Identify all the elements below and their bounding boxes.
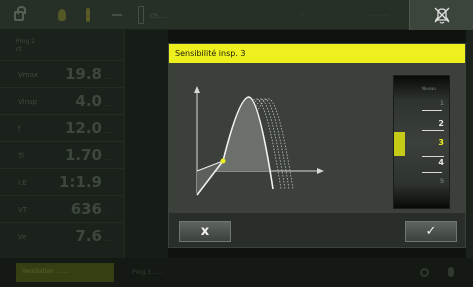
selector-option-5[interactable]: 5 xyxy=(408,178,444,185)
selector-option-4[interactable]: 4 xyxy=(408,158,444,167)
param-label: VT xyxy=(18,206,28,214)
status-text-right: ····· ····· xyxy=(368,13,389,20)
selector-tick xyxy=(422,156,444,157)
selector-header: Niveau xyxy=(422,86,436,91)
param-value: 636 xyxy=(70,200,102,218)
param-unit: ...... xyxy=(104,237,114,243)
thermometer-icon[interactable] xyxy=(86,8,90,22)
bottom-bar: Ventilation ....... Prog 3 ...... xyxy=(0,258,473,287)
right-edge-panel xyxy=(466,30,473,258)
dialog-body: Niveau 1 2 3 4 5 xyxy=(169,63,465,213)
trigger-curve-diagram xyxy=(183,77,331,203)
selector-option-2[interactable]: 2 xyxy=(408,119,444,128)
param-label: Ti xyxy=(18,152,25,160)
battery-icon xyxy=(138,6,144,24)
selector-option-3[interactable]: 3 xyxy=(408,138,444,147)
circle-icon[interactable] xyxy=(420,268,429,277)
param-label: Vmax xyxy=(18,71,39,79)
top-toolbar: Ch..... ··· ····· ····· xyxy=(0,0,473,30)
dialog-titlebar: Sensibilité insp. 3 xyxy=(169,44,465,63)
y-axis-arrow xyxy=(194,86,200,93)
x-axis-arrow xyxy=(317,168,324,174)
param-unit: ... xyxy=(109,210,114,216)
param-row-vmax[interactable]: Vmax 19.8 ...... xyxy=(0,60,124,87)
program-name: Prog 2 xyxy=(16,38,36,45)
program-label: Prog 2 ct xyxy=(16,38,35,54)
dialog-title: Sensibilité insp. 3 xyxy=(175,49,246,58)
selected-marker xyxy=(394,132,405,156)
selector-scale: Niveau 1 2 3 4 5 xyxy=(408,76,450,208)
cancel-button[interactable]: x xyxy=(179,221,231,242)
confirm-button[interactable]: ✓ xyxy=(405,221,457,242)
param-label: I:E xyxy=(18,179,27,187)
selector-tick xyxy=(422,172,442,173)
parameter-panel: Prog 2 ct Vmax 19.8 ...... Vinsp 4.0 ...… xyxy=(0,30,124,258)
param-row-vt[interactable]: VT 636 ... xyxy=(0,195,124,222)
param-label: Vinsp xyxy=(18,98,38,106)
status-text: ··· xyxy=(300,11,307,19)
param-unit: ...... xyxy=(104,156,114,162)
alarm-silence-button[interactable] xyxy=(409,0,473,30)
param-row-ti[interactable]: Ti 1.70 ...... xyxy=(0,141,124,168)
trigger-point xyxy=(220,158,226,164)
param-value: 4.0 xyxy=(75,92,102,110)
dialog-footer: x ✓ xyxy=(169,213,465,247)
param-label: Ve xyxy=(18,233,27,241)
param-row-vinsp[interactable]: Vinsp 4.0 ...... xyxy=(0,87,124,114)
selector-tick xyxy=(422,130,444,131)
trigger-curve-graphic xyxy=(194,86,324,196)
selector-tick xyxy=(422,110,442,111)
dash-icon xyxy=(112,14,122,16)
battery-label: Ch..... xyxy=(150,13,168,20)
param-value: 19.8 xyxy=(64,65,102,83)
sensitivity-dialog: Sensibilité insp. 3 Niveau 1 2 3 4 5 x ✓ xyxy=(168,43,466,248)
param-value: 1:1.9 xyxy=(58,173,102,191)
program-status-text: Prog 3 ...... xyxy=(132,269,165,276)
lock-icon[interactable] xyxy=(14,6,26,21)
param-value: 12.0 xyxy=(64,119,102,137)
sensitivity-selector[interactable]: Niveau 1 2 3 4 5 xyxy=(393,75,450,209)
program-sub: ct xyxy=(16,46,22,53)
param-label: f xyxy=(18,125,21,133)
no-alarm-icon xyxy=(434,7,450,24)
bulb-icon[interactable] xyxy=(58,9,66,21)
power-icon[interactable] xyxy=(448,267,454,277)
param-value: 1.70 xyxy=(64,146,102,164)
mode-tab-label: Ventilation ....... xyxy=(22,268,70,275)
param-value: 7.6 xyxy=(75,227,102,245)
param-unit: ...... xyxy=(104,129,114,135)
param-row-f[interactable]: f 12.0 ...... xyxy=(0,114,124,141)
param-unit: ...... xyxy=(104,102,114,108)
selector-option-1[interactable]: 1 xyxy=(408,100,444,107)
mode-tab[interactable]: Ventilation ....... xyxy=(16,263,114,282)
param-row-ie[interactable]: I:E 1:1.9 xyxy=(0,168,124,195)
param-row-ve[interactable]: Ve 7.6 ...... xyxy=(0,222,124,249)
middle-panel xyxy=(124,30,168,258)
param-unit: ...... xyxy=(104,75,114,81)
